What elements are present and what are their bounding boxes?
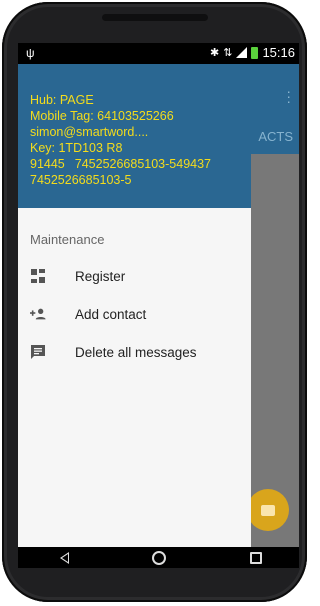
bluetooth-icon: ✱ [210,47,220,59]
phone-frame: ψ ✱ ⇅ 15:16 · · · ACTS Hub: PAGE Mobile Ta… [2,2,307,602]
hub-line: Hub: PAGE [30,93,94,107]
menu-item-add-contact[interactable]: Add contact [18,296,251,332]
key-value-line-2: 7452526685103-5 [30,173,132,187]
home-icon[interactable] [152,551,166,565]
system-nav-bar [18,547,299,568]
add-person-icon [30,306,46,322]
menu-item-label: Delete all messages [75,344,197,360]
menu-item-delete-messages[interactable]: Delete all messages [18,334,251,370]
compose-fab-button[interactable] [247,489,289,531]
menu-item-label: Add contact [75,306,147,322]
navigation-drawer: Hub: PAGE Mobile Tag: 64103525266 simon@… [18,64,251,547]
drawer-header: Hub: PAGE Mobile Tag: 64103525266 simon@… [18,64,251,208]
back-icon[interactable] [60,552,69,564]
phone-speaker [102,14,208,21]
tab-contacts[interactable]: ACTS [258,129,293,144]
status-time: 15:16 [262,45,295,60]
message-icon [30,344,46,360]
signal-icon [236,47,248,58]
section-maintenance: Maintenance [30,232,105,247]
battery-icon [251,46,259,59]
mobile-tag-line: Mobile Tag: 64103525266 [30,109,174,123]
dashboard-icon [30,268,46,284]
key-value-line-1: 914457452526685103-549437 [30,157,212,171]
network-icon: ⇅ [223,47,233,59]
device-screen: ψ ✱ ⇅ 15:16 · · · ACTS Hub: PAGE Mobile Ta… [18,43,299,568]
key-line: Key: 1TD103 R8 [30,141,123,155]
overflow-menu-icon[interactable]: · · · [286,84,291,108]
usb-icon: ψ [26,46,35,60]
recent-apps-icon[interactable] [250,552,262,564]
menu-item-label: Register [75,268,126,284]
email-line: simon@smartword.... [30,125,149,139]
menu-item-register[interactable]: Register [18,258,251,294]
status-bar: ψ ✱ ⇅ 15:16 [18,43,299,64]
account-info: Hub: PAGE Mobile Tag: 64103525266 simon@… [30,92,211,188]
message-icon [261,504,275,516]
